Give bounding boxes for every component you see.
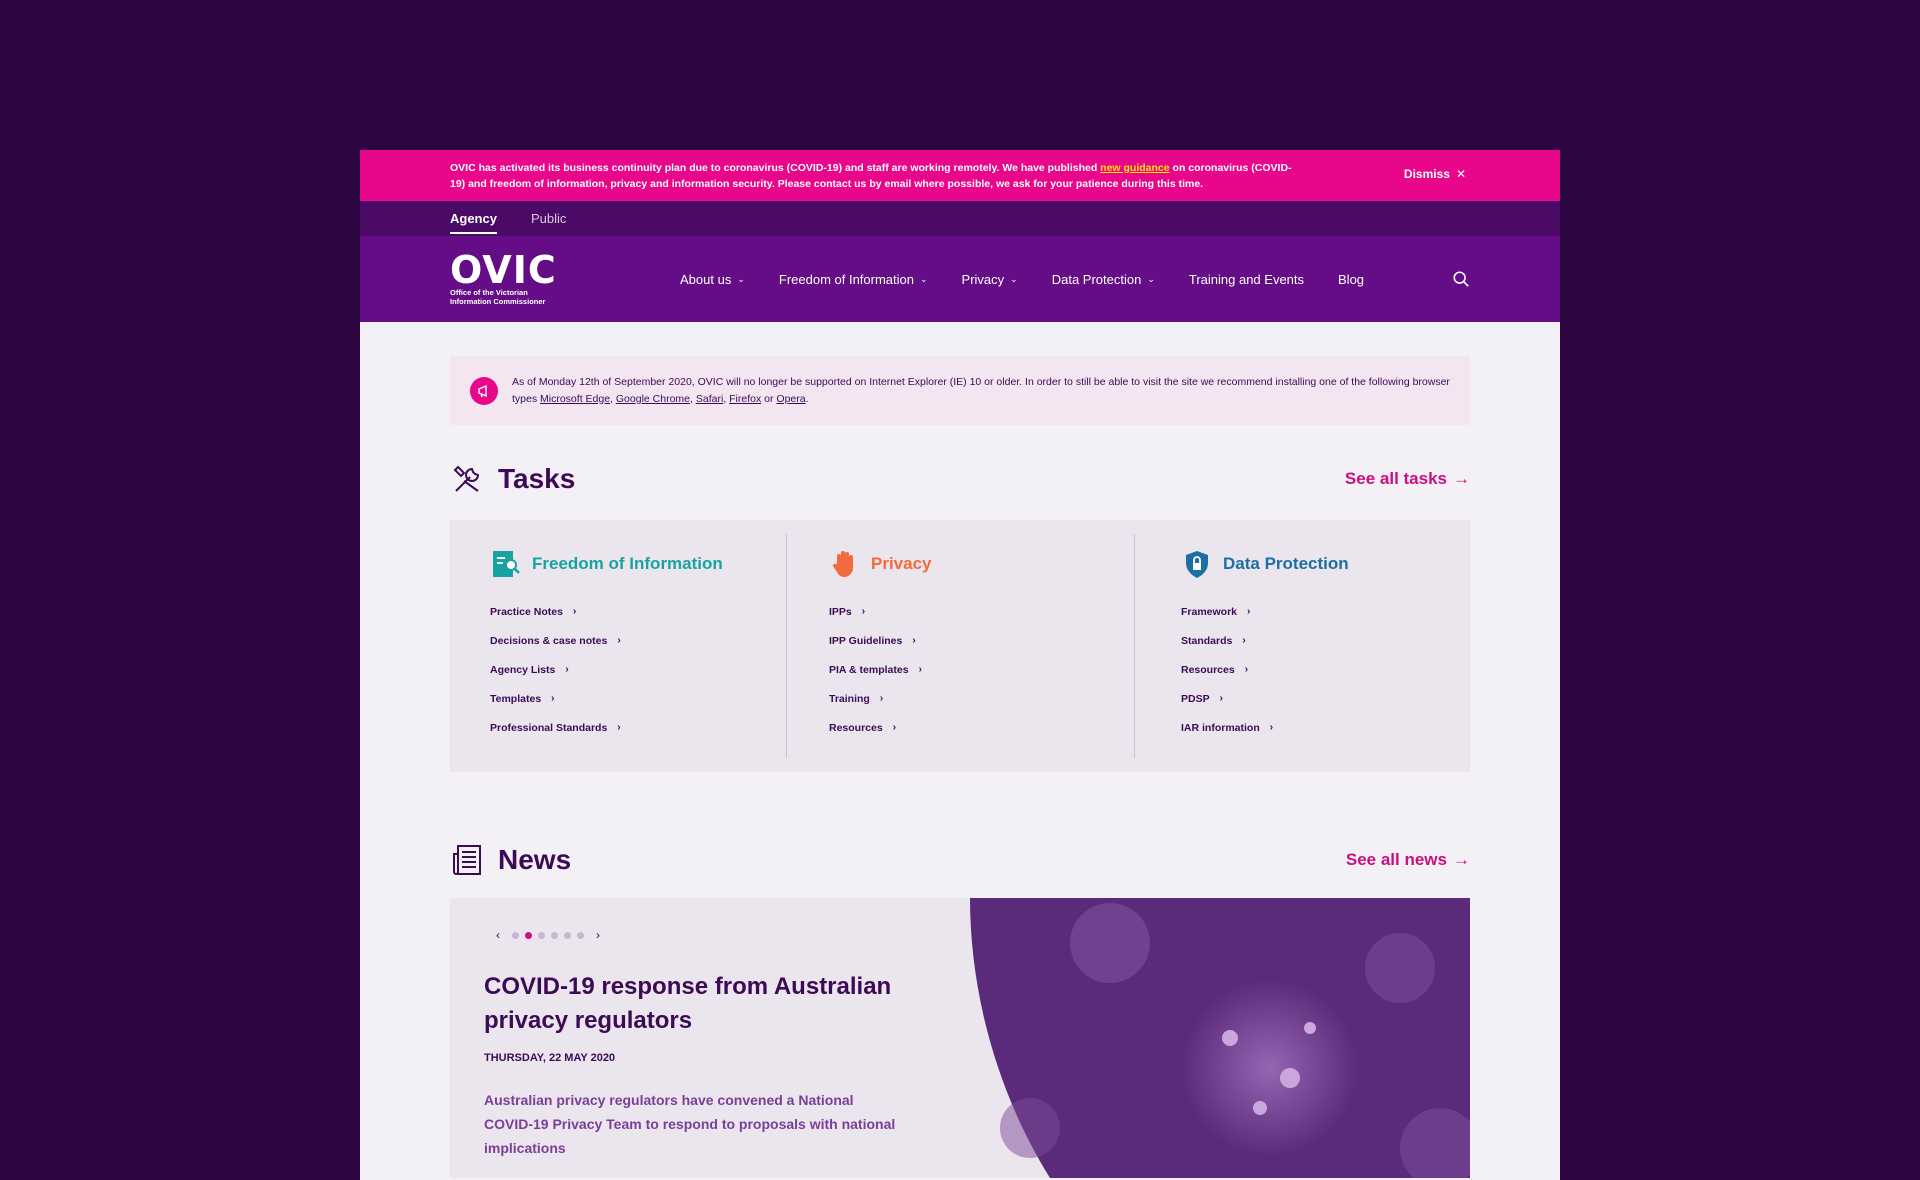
chevron-right-icon: › (861, 606, 866, 617)
task-link-framework[interactable]: Framework › (1181, 597, 1470, 626)
task-column-data-protection: Data Protection Framework › Standards › Re… (1134, 534, 1470, 758)
megaphone-icon (470, 376, 498, 405)
task-column-privacy: Privacy IPPs › IPP Guidelines › PIA & temp… (786, 534, 1134, 758)
task-link-decisions[interactable]: Decisions & case notes › (490, 626, 786, 655)
notice-text: As of Monday 12th of September 2020, OVI… (512, 375, 1450, 405)
news-article-title[interactable]: COVID-19 response from Australian privac… (484, 970, 904, 1038)
task-link-ipps[interactable]: IPPs › (829, 597, 1134, 626)
task-link-practice-notes[interactable]: Practice Notes › (490, 597, 786, 626)
task-link-resources[interactable]: Resources › (829, 713, 1134, 742)
task-link-training[interactable]: Training › (829, 684, 1134, 713)
carousel-dot[interactable] (577, 931, 584, 939)
carousel-dot[interactable] (551, 931, 558, 939)
nav-about-us[interactable]: About us ⌄ (680, 272, 745, 287)
tasks-title: Tasks (498, 463, 576, 494)
task-column-foi: Freedom of Information Practice Notes › D… (450, 534, 786, 758)
carousel-controls: ‹ › (490, 928, 606, 942)
dismiss-button[interactable]: Dismiss ✕ (1404, 167, 1466, 181)
task-link-dp-resources[interactable]: Resources › (1181, 655, 1470, 684)
chevron-right-icon: › (892, 722, 897, 733)
news-section-header: News See all news → (450, 842, 1470, 878)
link-opera[interactable]: Opera (776, 393, 805, 405)
document-search-icon (493, 551, 520, 577)
task-link-pdsp[interactable]: PDSP › (1181, 684, 1470, 713)
alert-message: OVIC has activated its business continui… (450, 161, 1292, 190)
main-header: OVIC Office of the Victorian Information… (360, 236, 1560, 322)
news-article-summary: Australian privacy regulators have conve… (484, 1092, 896, 1156)
arrow-right-icon: → (1453, 850, 1470, 869)
arrow-right-icon: → (1453, 469, 1470, 488)
task-link-standards[interactable]: Standards › (1181, 626, 1470, 655)
see-all-tasks-link[interactable]: See all tasks → (1345, 469, 1470, 489)
carousel-dot[interactable] (538, 931, 545, 939)
ovic-logo[interactable]: OVIC Office of the Victorian Information… (450, 251, 570, 306)
search-icon[interactable] (1452, 270, 1470, 288)
carousel-dot-active[interactable] (525, 931, 532, 939)
link-safari[interactable]: Safari (696, 393, 723, 405)
shield-lock-icon (1186, 551, 1208, 578)
chevron-right-icon: › (565, 664, 569, 675)
chevron-right-icon: › (1269, 722, 1274, 733)
audience-tabs: Agency Public (360, 201, 1560, 236)
task-column-title: Freedom of Information (532, 554, 723, 573)
chevron-right-icon: › (918, 664, 922, 675)
nav-blog[interactable]: Blog (1338, 272, 1364, 287)
chevron-down-icon: ⌄ (1147, 273, 1155, 284)
nav-data-protection[interactable]: Data Protection ⌄ (1052, 272, 1155, 287)
carousel-dot[interactable] (564, 931, 571, 939)
chevron-down-icon: ⌄ (1010, 273, 1018, 284)
news-article-date: THURSDAY, 22 MAY 2020 (484, 1052, 616, 1064)
tab-agency[interactable]: Agency (450, 203, 497, 234)
tools-icon (453, 465, 480, 492)
chevron-right-icon: › (617, 635, 621, 646)
chevron-right-icon: › (551, 693, 555, 704)
carousel-next-button[interactable]: › (590, 928, 606, 942)
nav-training-and-events[interactable]: Training and Events (1189, 272, 1304, 287)
task-column-title: Privacy (871, 554, 932, 573)
chevron-down-icon: ⌄ (920, 273, 928, 284)
tasks-panel: Freedom of Information Practice Notes › D… (450, 520, 1470, 772)
chevron-right-icon: › (912, 635, 916, 646)
nav-privacy[interactable]: Privacy ⌄ (962, 272, 1018, 287)
chevron-right-icon: › (879, 693, 884, 704)
new-guidance-link[interactable]: new guidance (1100, 162, 1169, 174)
task-link-professional-standards[interactable]: Professional Standards › (490, 713, 786, 742)
chevron-down-icon: ⌄ (737, 273, 745, 284)
nav-freedom-of-information[interactable]: Freedom of Information ⌄ (779, 272, 928, 287)
browser-support-notice: As of Monday 12th of September 2020, OVI… (450, 356, 1470, 425)
close-icon: ✕ (1455, 167, 1466, 181)
chevron-right-icon: › (1219, 693, 1223, 704)
chevron-right-icon: › (1242, 635, 1246, 646)
chevron-right-icon: › (617, 722, 621, 733)
virus-image (970, 898, 1470, 1178)
carousel-prev-button[interactable]: ‹ (490, 928, 506, 942)
covid-alert-banner: OVIC has activated its business continui… (360, 150, 1560, 201)
main-nav: About us ⌄ Freedom of Information ⌄ Privac… (680, 272, 1398, 287)
tab-public[interactable]: Public (531, 203, 566, 234)
newspaper-icon (453, 845, 481, 875)
task-column-title: Data Protection (1223, 554, 1349, 573)
task-link-templates[interactable]: Templates › (490, 684, 786, 713)
task-link-agency-lists[interactable]: Agency Lists › (490, 655, 786, 684)
see-all-news-link[interactable]: See all news → (1346, 850, 1470, 870)
task-link-pia-templates[interactable]: PIA & templates › (829, 655, 1134, 684)
browser-page: OVIC has activated its business continui… (360, 150, 1560, 1180)
task-link-ipp-guidelines[interactable]: IPP Guidelines › (829, 626, 1134, 655)
tasks-section-header: Tasks See all tasks → (450, 461, 1470, 497)
news-carousel-card: ‹ › COVID-19 response from Australian pr… (450, 898, 1470, 1178)
chevron-right-icon: › (572, 606, 577, 617)
chevron-right-icon: › (1244, 664, 1249, 675)
hand-stop-icon (832, 551, 853, 577)
link-microsoft-edge[interactable]: Microsoft Edge (540, 393, 610, 405)
news-title: News (498, 844, 572, 875)
chevron-right-icon: › (1247, 606, 1251, 617)
link-firefox[interactable]: Firefox (729, 393, 761, 405)
link-google-chrome[interactable]: Google Chrome (616, 393, 690, 405)
carousel-dot[interactable] (512, 931, 519, 939)
task-link-iar-information[interactable]: IAR information › (1181, 713, 1470, 742)
